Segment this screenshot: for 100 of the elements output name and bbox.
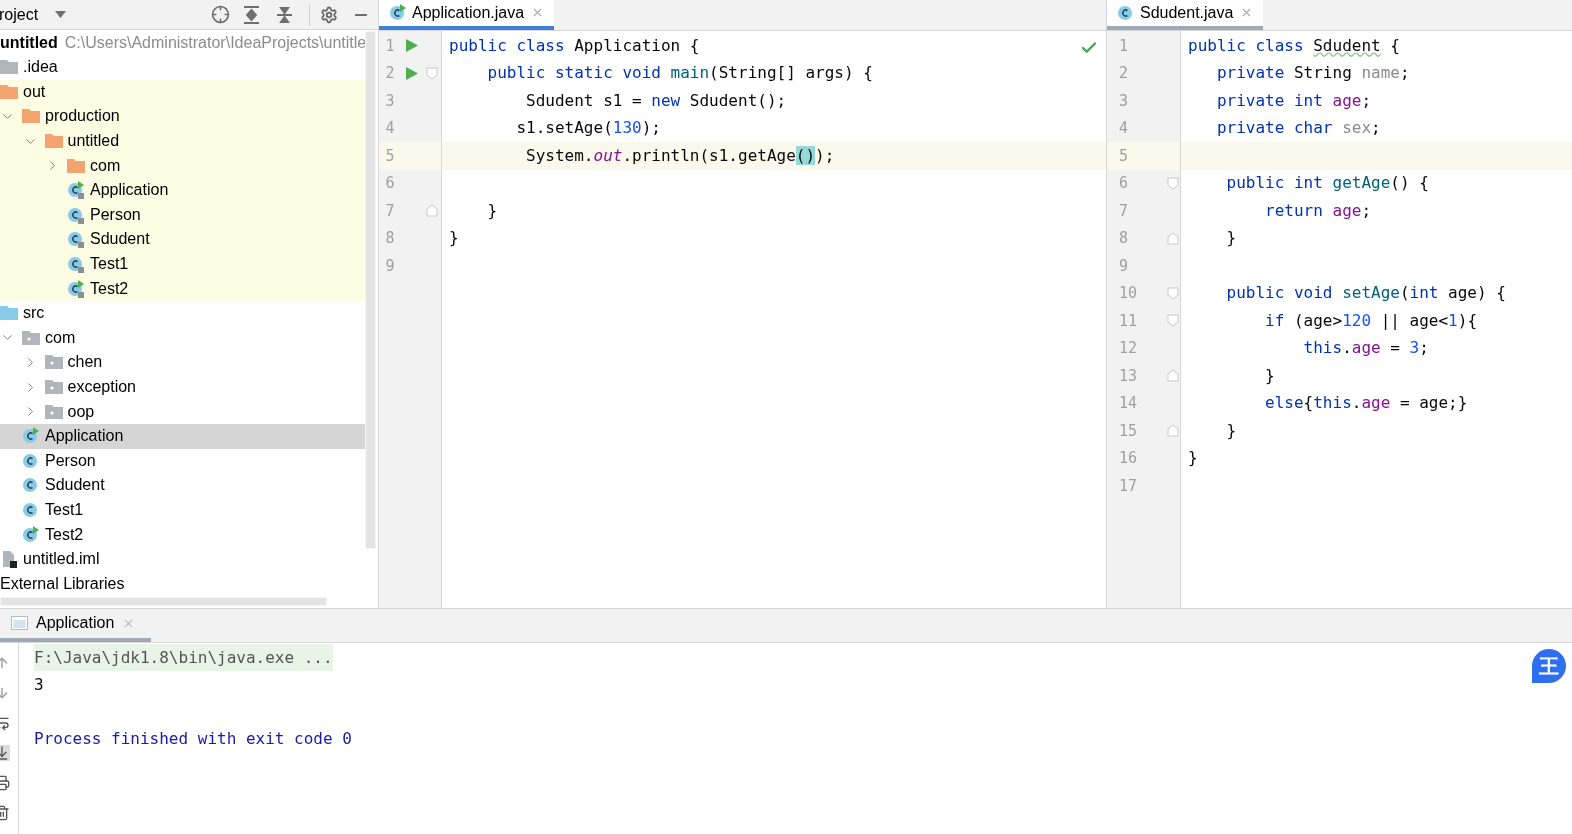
line-number: 2 [1118, 63, 1130, 84]
tree-item[interactable]: oop [0, 399, 365, 424]
fold-icon[interactable] [426, 204, 438, 218]
console-line: 3 [34, 674, 44, 696]
code-line: } [1225, 419, 1237, 442]
ime-badge[interactable]: 王 [1532, 649, 1566, 683]
line-number: 16 [1118, 448, 1138, 469]
code-line: public int getAge() { [1225, 172, 1429, 195]
code-line: } [1188, 447, 1198, 470]
settings-icon[interactable] [320, 5, 338, 24]
locate-icon[interactable] [211, 5, 230, 24]
file-icon [0, 550, 18, 569]
code-line: } [449, 227, 459, 250]
line-number: 8 [1118, 228, 1130, 249]
tree-item[interactable]: Application [0, 423, 365, 449]
line-number: 12 [1118, 338, 1138, 359]
line-number: 9 [384, 255, 396, 277]
tree-item[interactable]: out [0, 79, 365, 105]
line-number: 1 [384, 35, 396, 57]
run-icon[interactable] [406, 66, 418, 80]
line-number: 8 [384, 228, 396, 249]
line-number: 13 [1118, 365, 1139, 387]
tree-item[interactable]: src [0, 300, 365, 326]
tree-item[interactable]: Person [0, 202, 365, 228]
code-line: else{this.age = age;} [1264, 392, 1468, 415]
fold-icon[interactable] [1167, 231, 1179, 245]
fold-icon[interactable] [1167, 176, 1179, 190]
fold-icon[interactable] [1167, 424, 1179, 438]
tree-item[interactable]: chen [0, 350, 365, 375]
line-number: 6 [1118, 173, 1130, 194]
tree-item[interactable]: Test2 [0, 522, 365, 547]
tree-item[interactable]: untitled.iml [0, 546, 365, 572]
tree-item[interactable]: production [0, 104, 365, 129]
code-line: Sdudent s1 = new Sdudent(); [525, 89, 787, 112]
code-line: if (age>120 || age<1){ [1264, 309, 1477, 332]
line-number: 15 [1118, 420, 1139, 442]
line-number: 9 [1118, 255, 1130, 277]
run-icon[interactable] [406, 39, 418, 53]
code-line: } [1264, 364, 1275, 387]
fold-icon[interactable] [1167, 369, 1179, 383]
line-number: 5 [384, 145, 396, 167]
line-number: 7 [384, 200, 396, 222]
line-number: 1 [1118, 35, 1130, 57]
line-number: 3 [1118, 90, 1130, 112]
line-number: 3 [384, 90, 396, 112]
line-number: 11 [1118, 310, 1139, 332]
code-line: public static void main(String[] args) { [486, 62, 873, 85]
fold-icon[interactable] [426, 66, 438, 80]
editor-tab[interactable]: Sdudent.java [1107, 0, 1264, 30]
code-line: return age; [1264, 199, 1372, 222]
code-line: public void setAge(int age) { [1225, 282, 1506, 305]
code-line: } [486, 199, 498, 222]
tree-item[interactable]: Person [0, 448, 365, 474]
tree-item[interactable]: Test2 [0, 276, 365, 301]
editor-tab[interactable]: Application.java [379, 0, 555, 30]
tree-item[interactable]: Test1 [0, 251, 365, 277]
code-line: } [1225, 227, 1237, 250]
code-line: s1.setAge(130); [515, 117, 661, 140]
tree-item[interactable]: com [0, 325, 365, 351]
code-line: private String name; [1215, 62, 1410, 85]
folder-icon [44, 380, 63, 394]
tree-item[interactable]: untitled [0, 128, 365, 154]
tree-item[interactable]: Application [0, 177, 365, 203]
folder-icon [44, 404, 63, 419]
tree-item[interactable]: External Libraries [0, 571, 365, 597]
fold-icon[interactable] [1167, 286, 1179, 300]
line-number: 10 [1118, 283, 1139, 304]
tree-item[interactable]: com [0, 153, 365, 178]
console-line: Process finished with exit code 0 [34, 728, 352, 750]
code-line: public class Application { [449, 34, 700, 57]
tree-item[interactable]: .idea [0, 55, 365, 80]
line-number: 5 [1118, 145, 1130, 167]
folder-icon [44, 355, 63, 370]
expand-all-icon[interactable] [243, 5, 260, 24]
panel-title[interactable]: roject [0, 2, 39, 27]
project-path: C:\Users\Administrator\IdeaProjects\untitle [64, 32, 367, 53]
code-line: System.out.println(s1.getAge()); [525, 144, 835, 167]
collapse-all-icon[interactable] [276, 5, 293, 24]
tree-item[interactable]: Test1 [0, 497, 365, 523]
fold-icon[interactable] [1167, 314, 1179, 328]
line-number: 14 [1118, 393, 1138, 414]
tree-item[interactable]: Sdudent [0, 227, 365, 252]
code-line: public class Sdudent { [1188, 34, 1400, 57]
code-line: private char sex; [1215, 117, 1381, 140]
line-number: 2 [384, 63, 396, 84]
vertical-scrollbar[interactable] [365, 31, 376, 549]
project-name[interactable]: untitled [0, 30, 58, 55]
line-number: 17 [1118, 475, 1138, 497]
dropdown-caret-icon[interactable] [55, 11, 67, 18]
line-number: 6 [384, 173, 396, 194]
code-line: this.age = 3; [1302, 337, 1429, 360]
horizontal-scrollbar[interactable] [0, 597, 327, 606]
line-number: 7 [1118, 200, 1130, 222]
tree-item[interactable]: exception [0, 374, 365, 400]
folder-icon [22, 330, 40, 345]
console-icon [11, 616, 28, 630]
line-number: 4 [384, 118, 396, 139]
line-number: 4 [1118, 118, 1130, 139]
code-line: private int age; [1215, 89, 1372, 112]
tree-item[interactable]: Sdudent [0, 473, 365, 498]
